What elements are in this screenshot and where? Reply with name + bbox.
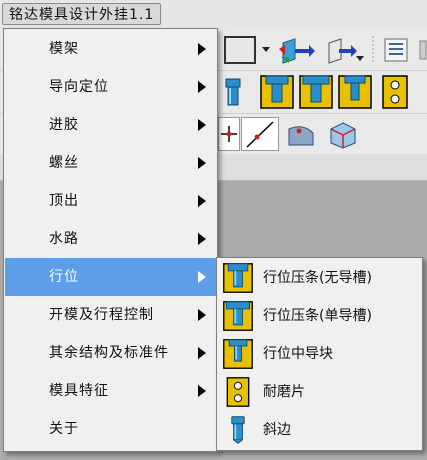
submenu-arrow-icon: [198, 385, 206, 397]
reposition-button[interactable]: [322, 34, 358, 66]
submenu-arrow-icon: [198, 119, 206, 131]
slider-submenu: 行位压条(无导槽) 行位压条(单导槽) 行位中导块 耐磨片 斜边: [216, 257, 423, 451]
edge-blend-button[interactable]: [284, 117, 320, 151]
center-guide-block-icon: [338, 75, 372, 109]
menu-item-label: 螺丝: [49, 155, 79, 171]
gib-single-groove-icon: [223, 301, 253, 331]
color-swatch-dropdown[interactable]: [261, 44, 271, 56]
chevron-down-icon: [356, 56, 364, 61]
menu-item-label: 导向定位: [49, 79, 109, 95]
center-guide-block-icon: [223, 339, 253, 369]
color-swatch-button[interactable]: [220, 34, 262, 66]
submenu-arrow-icon: [198, 271, 206, 283]
submenu-item-label: 行位中导块: [263, 346, 333, 362]
point-tool-button[interactable]: [218, 117, 240, 151]
menu-item-screws[interactable]: 螺丝: [5, 144, 216, 182]
menu-item-label: 开模及行程控制: [49, 307, 154, 323]
toolbar-overflow[interactable]: [418, 34, 427, 66]
point-icon: [221, 126, 237, 142]
menu-item-label: 顶出: [49, 193, 79, 209]
edge-blend-icon: [288, 126, 314, 146]
line-tool-button[interactable]: [241, 117, 279, 151]
menu-item-about[interactable]: 关于: [5, 410, 216, 448]
submenu-arrow-icon: [198, 43, 206, 55]
color-swatch-icon: [224, 36, 256, 64]
submenu-item-center-guide-block[interactable]: 行位中导块: [218, 335, 421, 373]
submenu-item-label: 斜边: [263, 422, 291, 438]
menu-item-slider[interactable]: 行位: [5, 258, 216, 296]
submenu-item-gib-no-groove[interactable]: 行位压条(无导槽): [218, 259, 421, 297]
submenu-item-gib-single-groove[interactable]: 行位压条(单导槽): [218, 297, 421, 335]
submenu-item-label: 耐磨片: [263, 384, 305, 400]
plugin-dropdown-menu: 模架 导向定位 进胶 螺丝 顶出 水路 行位 开模及行程控制 其余结构及标准件 …: [3, 28, 218, 452]
submenu-item-label: 行位压条(无导槽): [263, 270, 372, 286]
grip-icon: [419, 40, 427, 60]
menu-item-gating[interactable]: 进胶: [5, 106, 216, 144]
line-icon: [246, 121, 274, 148]
submenu-item-wear-plate[interactable]: 耐磨片: [218, 373, 421, 411]
wear-plate-icon: [226, 377, 250, 407]
reposition-icon: [328, 38, 357, 64]
box-feature-button[interactable]: [324, 117, 360, 151]
menu-item-other-standard-parts[interactable]: 其余结构及标准件: [5, 334, 216, 372]
menu-item-label: 其余结构及标准件: [49, 345, 169, 361]
submenu-arrow-icon: [198, 157, 206, 169]
submenu-item-angled-edge[interactable]: 斜边: [218, 411, 421, 449]
menu-item-guide-locate[interactable]: 导向定位: [5, 68, 216, 106]
menu-item-mold-features[interactable]: 模具特征: [5, 372, 216, 410]
menu-item-label: 进胶: [49, 117, 79, 133]
gib-single-groove-icon: [299, 75, 333, 109]
submenu-arrow-icon: [198, 309, 206, 321]
pin-icon: [225, 78, 241, 106]
menu-item-label: 关于: [49, 421, 79, 437]
move-component-button[interactable]: [276, 34, 316, 66]
menu-item-label: 行位: [49, 269, 79, 285]
angled-edge-icon: [231, 416, 245, 444]
gib-tool-button-3[interactable]: [336, 73, 374, 111]
toolbar-separator: [370, 36, 376, 64]
pin-tool-button[interactable]: [220, 75, 246, 109]
move-component-icon: [279, 38, 315, 64]
assembly-navigator-button[interactable]: [380, 34, 414, 66]
box-icon: [330, 122, 356, 149]
menu-item-label: 模具特征: [49, 383, 109, 399]
gib-no-groove-icon: [260, 75, 294, 109]
menu-item-cooling[interactable]: 水路: [5, 220, 216, 258]
reposition-dropdown[interactable]: [355, 54, 365, 64]
gib-no-groove-icon: [223, 263, 253, 293]
submenu-arrow-icon: [198, 233, 206, 245]
grip-icon: [372, 36, 374, 64]
submenu-arrow-icon: [198, 347, 206, 359]
menu-item-label: 模架: [49, 41, 79, 57]
menubar-plugin-title[interactable]: 铭达模具设计外挂1.1: [2, 3, 162, 25]
menu-item-label: 水路: [49, 231, 79, 247]
gib-tool-button-1[interactable]: [258, 73, 296, 111]
gib-tool-button-2[interactable]: [297, 73, 335, 111]
submenu-arrow-icon: [198, 195, 206, 207]
wear-plate-tool-button[interactable]: [377, 73, 413, 111]
menu-item-ejection[interactable]: 顶出: [5, 182, 216, 220]
submenu-item-label: 行位压条(单导槽): [263, 308, 372, 324]
wear-plate-icon: [382, 75, 408, 109]
menubar: 铭达模具设计外挂1.1: [0, 0, 427, 31]
chevron-down-icon: [262, 47, 270, 52]
menu-item-mold-base[interactable]: 模架: [5, 30, 216, 68]
list-icon: [384, 38, 408, 62]
submenu-arrow-icon: [198, 81, 206, 93]
menu-item-opening-stroke[interactable]: 开模及行程控制: [5, 296, 216, 334]
